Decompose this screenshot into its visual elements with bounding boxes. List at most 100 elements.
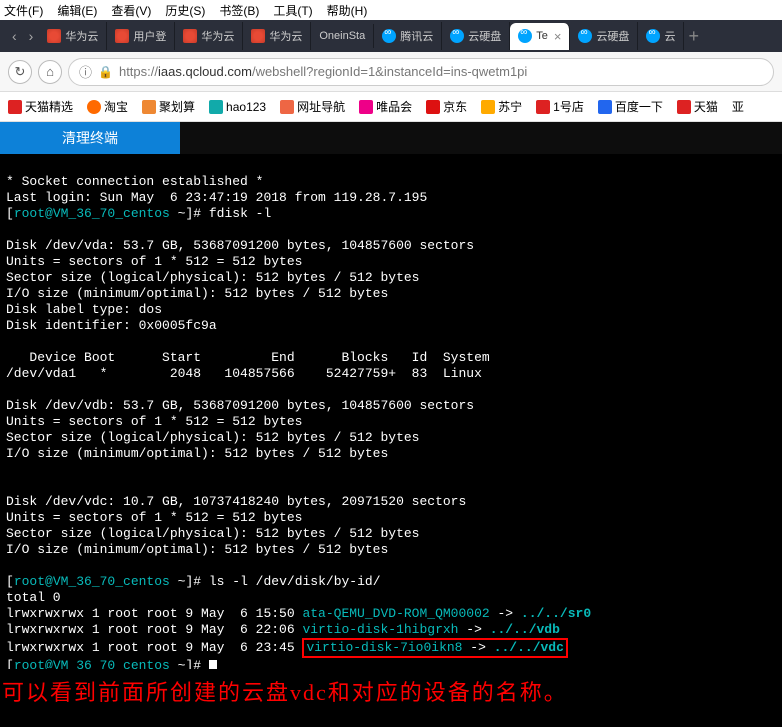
tab[interactable]: 华为云 xyxy=(175,22,243,50)
terminal-line: Sector size (logical/physical): 512 byte… xyxy=(6,526,419,541)
huawei-icon xyxy=(47,29,61,43)
bookmark-label: 天猫精选 xyxy=(25,98,73,115)
tab[interactable]: 华为云 xyxy=(39,22,107,50)
bookmark-item[interactable]: 网址导航 xyxy=(280,98,345,115)
terminal-line: Units = sectors of 1 * 512 = 512 bytes xyxy=(6,414,302,429)
menu-bookmarks[interactable]: 书签(B) xyxy=(219,2,259,19)
huawei-icon xyxy=(251,29,265,43)
address-bar[interactable]: ⓘ 🔒 https://iaas.qcloud.com/webshell?reg… xyxy=(68,58,774,86)
bookmark-item[interactable]: hao123 xyxy=(209,100,266,114)
bookmark-label: 网址导航 xyxy=(297,98,345,115)
tab[interactable]: 云硬盘 xyxy=(570,22,638,50)
menu-tools[interactable]: 工具(T) xyxy=(273,2,312,19)
cursor xyxy=(209,660,217,669)
command: fdisk -l xyxy=(209,206,271,221)
terminal-line: Units = sectors of 1 * 512 = 512 bytes xyxy=(6,510,302,525)
forward-icon[interactable]: › xyxy=(29,28,34,44)
bookmark-label: 京东 xyxy=(443,98,467,115)
terminal-line: Sector size (logical/physical): 512 byte… xyxy=(6,430,419,445)
tab-active[interactable]: Te × xyxy=(510,23,570,50)
terminal-line: Sector size (logical/physical): 512 byte… xyxy=(6,270,419,285)
prompt-path: ~ xyxy=(178,574,186,589)
clear-terminal-button[interactable]: 清理终端 xyxy=(0,122,180,154)
back-icon[interactable]: ‹ xyxy=(12,28,17,44)
tencent-icon xyxy=(646,29,660,43)
tencent-icon xyxy=(518,29,532,43)
huawei-icon xyxy=(115,29,129,43)
new-tab-button[interactable]: + xyxy=(688,26,699,47)
tab[interactable]: 腾讯云 xyxy=(374,22,442,50)
tab-label: Te xyxy=(536,30,548,42)
terminal-line: Disk identifier: 0x0005fc9a xyxy=(6,318,217,333)
bookmark-item[interactable]: 亚 xyxy=(732,98,744,115)
prompt-user: root@VM_36_70_centos xyxy=(14,206,170,221)
ls-row: lrwxrwxrwx 1 root root 9 May 6 15:50 ata… xyxy=(6,606,591,621)
terminal-line: Device Boot Start End Blocks Id System xyxy=(6,350,490,365)
menu-edit[interactable]: 编辑(E) xyxy=(57,2,97,19)
tab[interactable]: 云硬盘 xyxy=(442,22,510,50)
reload-button[interactable]: ↻ xyxy=(8,60,32,84)
bookmark-icon xyxy=(677,100,691,114)
info-icon[interactable]: ⓘ xyxy=(79,62,92,81)
bookmark-icon xyxy=(426,100,440,114)
bookmarks-bar: 天猫精选淘宝 聚划算 hao123 网址导航唯品会 京东 苏宁 1号店百度一下 天猫亚 xyxy=(0,92,782,122)
tab-label: 腾讯云 xyxy=(400,28,433,44)
tab[interactable]: OneinSta xyxy=(311,24,374,48)
close-icon[interactable]: × xyxy=(554,29,562,44)
tencent-icon xyxy=(382,29,396,43)
bookmark-label: 聚划算 xyxy=(159,98,195,115)
menu-file[interactable]: 文件(F) xyxy=(4,2,43,19)
terminal-line: Units = sectors of 1 * 512 = 512 bytes xyxy=(6,254,302,269)
bookmark-item[interactable]: 天猫 xyxy=(677,98,718,115)
tab-label: 华为云 xyxy=(65,28,98,44)
tab-label: 华为云 xyxy=(269,28,302,44)
tab-label: 华为云 xyxy=(201,28,234,44)
terminal[interactable]: * Socket connection established * Last l… xyxy=(0,154,782,669)
bookmark-icon xyxy=(87,100,101,114)
menu-history[interactable]: 历史(S) xyxy=(165,2,205,19)
bookmark-item[interactable]: 唯品会 xyxy=(359,98,412,115)
bookmark-item[interactable]: 百度一下 xyxy=(598,98,663,115)
bookmark-item[interactable]: 1号店 xyxy=(536,98,584,115)
terminal-line: /dev/vda1 * 2048 104857566 52427759+ 83 … xyxy=(6,366,482,381)
url-bar: ↻ ⌂ ⓘ 🔒 https://iaas.qcloud.com/webshell… xyxy=(0,52,782,92)
terminal-line: I/O size (minimum/optimal): 512 bytes / … xyxy=(6,446,388,461)
bookmark-label: 1号店 xyxy=(553,98,584,115)
menu-view[interactable]: 查看(V) xyxy=(111,2,151,19)
tab[interactable]: 用户登 xyxy=(107,22,175,50)
bookmark-item[interactable]: 京东 xyxy=(426,98,467,115)
terminal-line: * Socket connection established * xyxy=(6,174,263,189)
huawei-icon xyxy=(183,29,197,43)
bookmark-icon xyxy=(209,100,223,114)
home-button[interactable]: ⌂ xyxy=(38,60,62,84)
prompt-user: root@VM_36_70_centos xyxy=(14,658,170,669)
terminal-line: I/O size (minimum/optimal): 512 bytes / … xyxy=(6,542,388,557)
ls-row: lrwxrwxrwx 1 root root 9 May 6 23:45 vir… xyxy=(6,640,568,655)
bookmark-icon xyxy=(142,100,156,114)
ls-row: lrwxrwxrwx 1 root root 9 May 6 22:06 vir… xyxy=(6,622,560,637)
menu-help[interactable]: 帮助(H) xyxy=(327,2,368,19)
highlighted-disk: virtio-disk-7io0ikn8 -> ../../vdc xyxy=(302,638,567,658)
bookmark-icon xyxy=(598,100,612,114)
tab-label: 云 xyxy=(664,28,675,44)
terminal-line: Disk /dev/vdc: 10.7 GB, 10737418240 byte… xyxy=(6,494,466,509)
tab[interactable]: 云 xyxy=(638,22,684,50)
tab[interactable]: 华为云 xyxy=(243,22,311,50)
bookmark-label: 天猫 xyxy=(694,98,718,115)
bookmark-item[interactable]: 苏宁 xyxy=(481,98,522,115)
lock-icon: 🔒 xyxy=(98,65,113,79)
bookmark-icon xyxy=(280,100,294,114)
tab-label: 用户登 xyxy=(133,28,166,44)
terminal-line: total 0 xyxy=(6,590,61,605)
bookmark-icon xyxy=(536,100,550,114)
bookmark-item[interactable]: 聚划算 xyxy=(142,98,195,115)
bookmark-label: 苏宁 xyxy=(498,98,522,115)
bookmark-item[interactable]: 淘宝 xyxy=(87,98,128,115)
tencent-icon xyxy=(450,29,464,43)
prompt-path: ~ xyxy=(178,206,186,221)
bookmark-item[interactable]: 天猫精选 xyxy=(8,98,73,115)
bookmark-label: hao123 xyxy=(226,100,266,114)
command: ls -l /dev/disk/by-id/ xyxy=(209,574,381,589)
menu-bar: 文件(F) 编辑(E) 查看(V) 历史(S) 书签(B) 工具(T) 帮助(H… xyxy=(0,0,782,20)
url-path: /webshell?regionId=1&instanceId=ins-qwet… xyxy=(252,64,527,79)
